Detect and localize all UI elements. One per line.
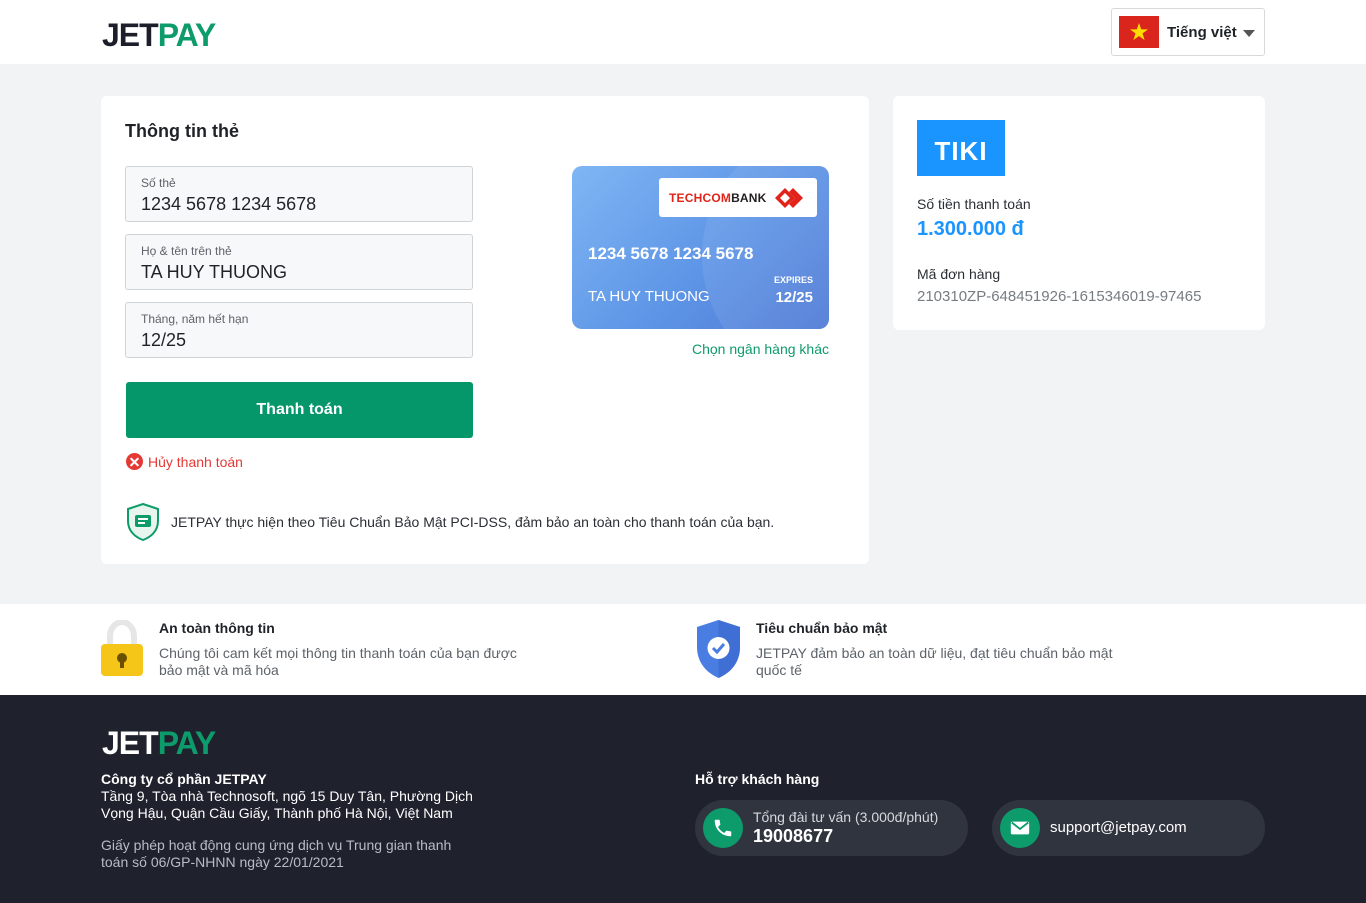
cancel-payment-link[interactable]: Hủy thanh toán: [126, 453, 243, 470]
bank-name-part1: TECHCOM: [669, 190, 732, 205]
close-circle-icon: [126, 453, 143, 470]
padlock-icon: [101, 620, 143, 676]
techcombank-logo: TECHCOMBANK: [659, 178, 817, 217]
amount-label: Số tiền thanh toán: [917, 196, 1031, 212]
expiry-label: Tháng, năm hết hạn: [141, 312, 249, 326]
payment-amount: 1.300.000 đ: [917, 218, 1024, 240]
cardholder-name-input[interactable]: [141, 262, 461, 283]
order-id-value: 210310ZP-648451926-1615346019-97465: [917, 288, 1202, 305]
merchant-logo-text: TIKI: [934, 135, 988, 166]
pci-dss-notice: JETPAY thực hiện theo Tiêu Chuẩn Bảo Mật…: [126, 503, 774, 541]
feature-title: An toàn thông tin: [159, 620, 275, 636]
mail-icon: [1000, 808, 1040, 848]
card-number-label: Số thẻ: [141, 176, 176, 190]
support-email: support@jetpay.com: [1050, 819, 1187, 836]
language-label: Tiếng việt: [1167, 24, 1237, 41]
pci-notice-text: JETPAY thực hiện theo Tiêu Chuẩn Bảo Mật…: [171, 514, 775, 530]
feature-title: Tiêu chuẩn bảo mật: [756, 620, 888, 636]
company-license: Giấy phép hoạt động cung ứng dịch vụ Tru…: [101, 837, 452, 870]
expiry-field[interactable]: Tháng, năm hết hạn: [125, 302, 473, 358]
cardholder-name-field[interactable]: Họ & tên trên thẻ: [125, 234, 473, 290]
support-email-button[interactable]: support@jetpay.com: [992, 800, 1265, 856]
logo-jet-text: JET: [102, 17, 159, 53]
vietnam-flag-icon: [1119, 16, 1159, 48]
jetpay-logo[interactable]: JETPAY: [102, 17, 216, 53]
card-info-panel: Thông tin thẻ Số thẻ Họ & tên trên thẻ T…: [101, 96, 869, 564]
choose-other-bank-link[interactable]: Chọn ngân hàng khác: [692, 341, 829, 357]
logo-pay-text: PAY: [157, 725, 216, 761]
shield-check-icon: [697, 620, 740, 678]
support-title: Hỗ trợ khách hàng: [695, 771, 820, 787]
card-preview-expiry: 12/25: [775, 289, 813, 306]
logo-jet-text: JET: [102, 725, 159, 761]
card-info-title: Thông tin thẻ: [125, 121, 239, 141]
company-name: Công ty cổ phần JETPAY: [101, 771, 267, 787]
bank-name-part2: BANK: [731, 190, 767, 205]
pay-button[interactable]: Thanh toán: [126, 382, 473, 438]
language-selector[interactable]: Tiếng việt: [1111, 8, 1265, 56]
card-preview-holder: TA HUY THUONG: [588, 288, 710, 305]
logo-pay-text: PAY: [157, 17, 216, 53]
page-footer: JETPAY Công ty cổ phần JETPAY Tầng 9, Tò…: [0, 695, 1366, 903]
company-address: Tầng 9, Tòa nhà Technosoft, ngõ 15 Duy T…: [101, 788, 473, 821]
cancel-payment-label: Hủy thanh toán: [148, 453, 243, 470]
card-number-input[interactable]: [141, 194, 461, 215]
footer-jetpay-logo: JETPAY: [102, 725, 216, 761]
order-id-label: Mã đơn hàng: [917, 266, 1001, 282]
hotline-button[interactable]: Tổng đài tư vấn (3.000đ/phút) 19008677: [695, 800, 968, 856]
card-number-field[interactable]: Số thẻ: [125, 166, 473, 222]
tiki-merchant-logo: TIKI: [917, 120, 1005, 176]
bank-name: TECHCOMBANK: [669, 191, 767, 205]
cardholder-name-label: Họ & tên trên thẻ: [141, 244, 232, 258]
card-preview-number: 1234 5678 1234 5678: [588, 244, 754, 263]
hotline-label: Tổng đài tư vấn (3.000đ/phút): [753, 809, 939, 825]
credit-card-preview: TECHCOMBANK 1234 5678 1234 5678 TA HUY T…: [572, 166, 829, 329]
chevron-down-icon: [1243, 30, 1255, 37]
order-summary-panel: TIKI Số tiền thanh toán 1.300.000 đ Mã đ…: [893, 96, 1265, 330]
pci-shield-icon: [127, 503, 159, 541]
bank-diamond-icon: [774, 187, 803, 208]
card-preview-expires-label: EXPIRES: [773, 275, 813, 285]
expiry-input[interactable]: [141, 330, 461, 351]
hotline-number: 19008677: [753, 826, 834, 846]
feature-desc: Chúng tôi cam kết mọi thông tin thanh to…: [159, 645, 517, 678]
feature-desc: JETPAY đảm bảo an toàn dữ liệu, đạt tiêu…: [756, 645, 1113, 678]
top-header: JETPAY Tiếng việt: [0, 0, 1366, 64]
phone-icon: [703, 808, 743, 848]
features-strip: An toàn thông tin Chúng tôi cam kết mọi …: [0, 604, 1366, 695]
